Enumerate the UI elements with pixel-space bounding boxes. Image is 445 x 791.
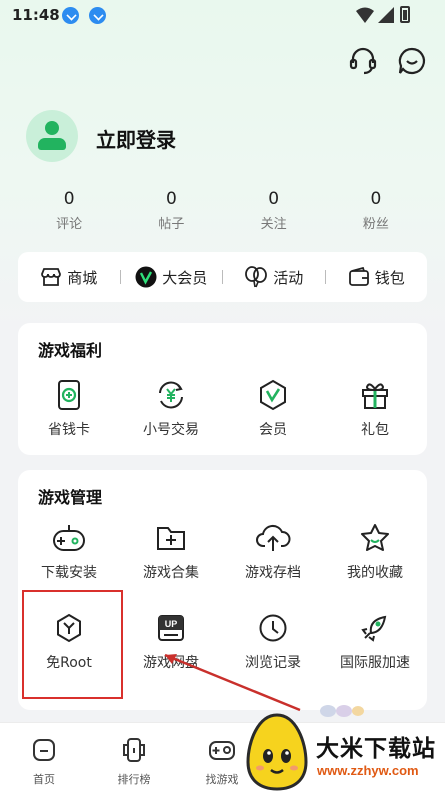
manage-download-install[interactable]: 下载安装 bbox=[18, 522, 120, 582]
home-icon bbox=[33, 739, 55, 761]
section-title: 游戏管理 bbox=[38, 488, 103, 507]
up-disk-icon: UP bbox=[158, 615, 184, 641]
manage-history[interactable]: 浏览记录 bbox=[222, 612, 324, 672]
quick-item-label: 活动 bbox=[273, 268, 304, 287]
download-notification-icon bbox=[62, 7, 79, 24]
store-icon bbox=[41, 268, 62, 286]
manage-global-accelerate[interactable]: 国际服加速 bbox=[324, 612, 426, 672]
benefit-label: 省钱卡 bbox=[48, 422, 90, 438]
clock-icon bbox=[259, 614, 287, 642]
manage-label: 游戏合集 bbox=[143, 565, 199, 581]
stat-comments[interactable]: 0 评论 bbox=[18, 188, 120, 236]
benefit-gift[interactable]: 礼包 bbox=[324, 379, 426, 439]
stat-posts[interactable]: 0 帖子 bbox=[120, 188, 222, 236]
wifi-icon bbox=[356, 7, 374, 23]
status-bar: 11:48 bbox=[0, 0, 445, 32]
decorative-sticker-icon bbox=[320, 705, 364, 717]
vip-icon bbox=[135, 266, 157, 288]
benefit-label: 小号交易 bbox=[143, 422, 199, 438]
benefit-money-card[interactable]: 省钱卡 bbox=[18, 379, 120, 439]
stat-value: 0 bbox=[165, 189, 177, 209]
manage-label: 游戏存档 bbox=[245, 565, 301, 581]
download-notification-icon bbox=[89, 7, 106, 24]
quick-bar: 商城 大会员 活动 钱包 bbox=[18, 252, 427, 302]
manage-label: 浏览记录 bbox=[245, 655, 301, 671]
watermark-title: 大米下载站 bbox=[316, 736, 436, 762]
quick-item-vip[interactable]: 大会员 bbox=[121, 266, 223, 288]
stat-value: 0 bbox=[63, 189, 75, 209]
message-icon[interactable] bbox=[397, 46, 427, 76]
quick-item-wallet[interactable]: 钱包 bbox=[326, 267, 428, 288]
quick-item-label: 商城 bbox=[67, 268, 98, 287]
nav-find-game[interactable]: 找游戏 bbox=[192, 737, 252, 787]
wallet-icon bbox=[348, 267, 369, 286]
stat-value: 0 bbox=[268, 189, 280, 209]
nav-label: 找游戏 bbox=[205, 773, 239, 786]
avatar[interactable] bbox=[26, 110, 78, 162]
rocket-icon bbox=[361, 615, 387, 642]
gamepad-icon bbox=[53, 525, 85, 551]
watermark-mascot-icon bbox=[246, 713, 308, 791]
manage-label: 我的收藏 bbox=[347, 565, 403, 581]
svg-text:UP: UP bbox=[165, 619, 178, 629]
gift-icon bbox=[362, 383, 388, 409]
status-time: 11:48 bbox=[12, 6, 60, 24]
game-benefits-card: 游戏福利 省钱卡 小号交易 会员 礼包 bbox=[18, 323, 427, 455]
nav-label: 首页 bbox=[33, 773, 55, 786]
stat-label: 粉丝 bbox=[362, 217, 389, 232]
quick-item-activity[interactable]: 活动 bbox=[223, 266, 325, 288]
quick-item-label: 钱包 bbox=[374, 268, 405, 287]
stat-label: 关注 bbox=[260, 217, 287, 232]
nav-home[interactable]: 首页 bbox=[14, 737, 74, 787]
find-game-icon bbox=[209, 741, 235, 760]
login-link[interactable]: 立即登录 bbox=[96, 124, 176, 153]
customer-service-icon[interactable] bbox=[348, 46, 378, 76]
manage-label: 游戏网盘 bbox=[143, 655, 199, 671]
stat-label: 帖子 bbox=[158, 217, 185, 232]
ranking-icon bbox=[123, 738, 145, 762]
stat-label: 评论 bbox=[56, 217, 83, 232]
signal-icon bbox=[378, 7, 394, 23]
benefit-account-trade[interactable]: 小号交易 bbox=[120, 379, 222, 439]
stat-fans[interactable]: 0 粉丝 bbox=[325, 188, 427, 236]
battery-icon bbox=[400, 6, 410, 23]
quick-item-store[interactable]: 商城 bbox=[18, 267, 120, 288]
section-title: 游戏福利 bbox=[38, 341, 103, 360]
manage-game-save[interactable]: 游戏存档 bbox=[222, 522, 324, 582]
nav-label: 排行榜 bbox=[117, 773, 151, 786]
manage-game-collection[interactable]: 游戏合集 bbox=[120, 522, 222, 582]
manage-label: 下载安装 bbox=[41, 565, 97, 581]
stats-row: 0 评论 0 帖子 0 关注 0 粉丝 bbox=[18, 188, 427, 236]
benefit-label: 礼包 bbox=[361, 422, 389, 438]
benefit-member[interactable]: 会员 bbox=[222, 379, 324, 439]
quick-item-label: 大会员 bbox=[162, 268, 208, 287]
yuan-exchange-icon bbox=[159, 381, 183, 409]
manage-game-disk[interactable]: UP 游戏网盘 bbox=[120, 612, 222, 672]
member-badge-icon bbox=[260, 379, 286, 411]
balloon-icon bbox=[245, 266, 268, 288]
manage-label: 国际服加速 bbox=[340, 655, 410, 671]
stat-following[interactable]: 0 关注 bbox=[223, 188, 325, 236]
watermark-url: www.zzhyw.com bbox=[317, 763, 419, 778]
benefit-label: 会员 bbox=[259, 422, 287, 438]
money-card-icon bbox=[58, 380, 80, 410]
cloud-upload-icon bbox=[256, 524, 291, 551]
folder-plus-icon bbox=[157, 527, 185, 550]
stat-value: 0 bbox=[370, 189, 382, 209]
manage-favorites[interactable]: 我的收藏 bbox=[324, 522, 426, 582]
highlight-box bbox=[22, 590, 123, 699]
star-icon bbox=[361, 524, 389, 551]
nav-ranking[interactable]: 排行榜 bbox=[104, 737, 164, 787]
